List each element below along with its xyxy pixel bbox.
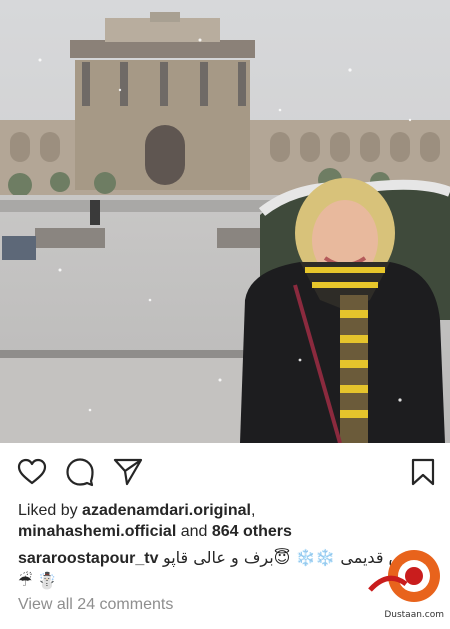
caption-username[interactable]: sararoostapour_tv bbox=[18, 550, 159, 567]
liker-link[interactable]: minahashemi.official bbox=[18, 523, 176, 540]
likes-and: and bbox=[176, 523, 212, 540]
post-action-bar bbox=[0, 443, 450, 498]
comment-bubble-icon[interactable] bbox=[65, 457, 95, 487]
snowy-square-photo bbox=[0, 0, 450, 443]
likes-separator: , bbox=[250, 502, 256, 519]
others-count-link[interactable]: 864 others bbox=[212, 523, 292, 540]
likes-prefix: Liked by bbox=[18, 502, 83, 519]
liker-link[interactable]: azadenamdari.original bbox=[82, 502, 251, 519]
watermark-logo: Dustaan.com bbox=[358, 540, 450, 624]
bookmark-icon[interactable] bbox=[408, 457, 438, 487]
post-photo[interactable] bbox=[0, 0, 450, 443]
watermark-url: Dustaan.com bbox=[384, 610, 444, 620]
paper-plane-icon[interactable] bbox=[113, 457, 143, 487]
caption-emoji-line: ☔ ☃️ bbox=[18, 571, 58, 590]
likes-summary: Liked by azadenamdari.original, minahash… bbox=[18, 500, 438, 542]
view-all-comments-link[interactable]: View all 24 comments bbox=[18, 596, 173, 614]
heart-icon[interactable] bbox=[17, 457, 47, 487]
